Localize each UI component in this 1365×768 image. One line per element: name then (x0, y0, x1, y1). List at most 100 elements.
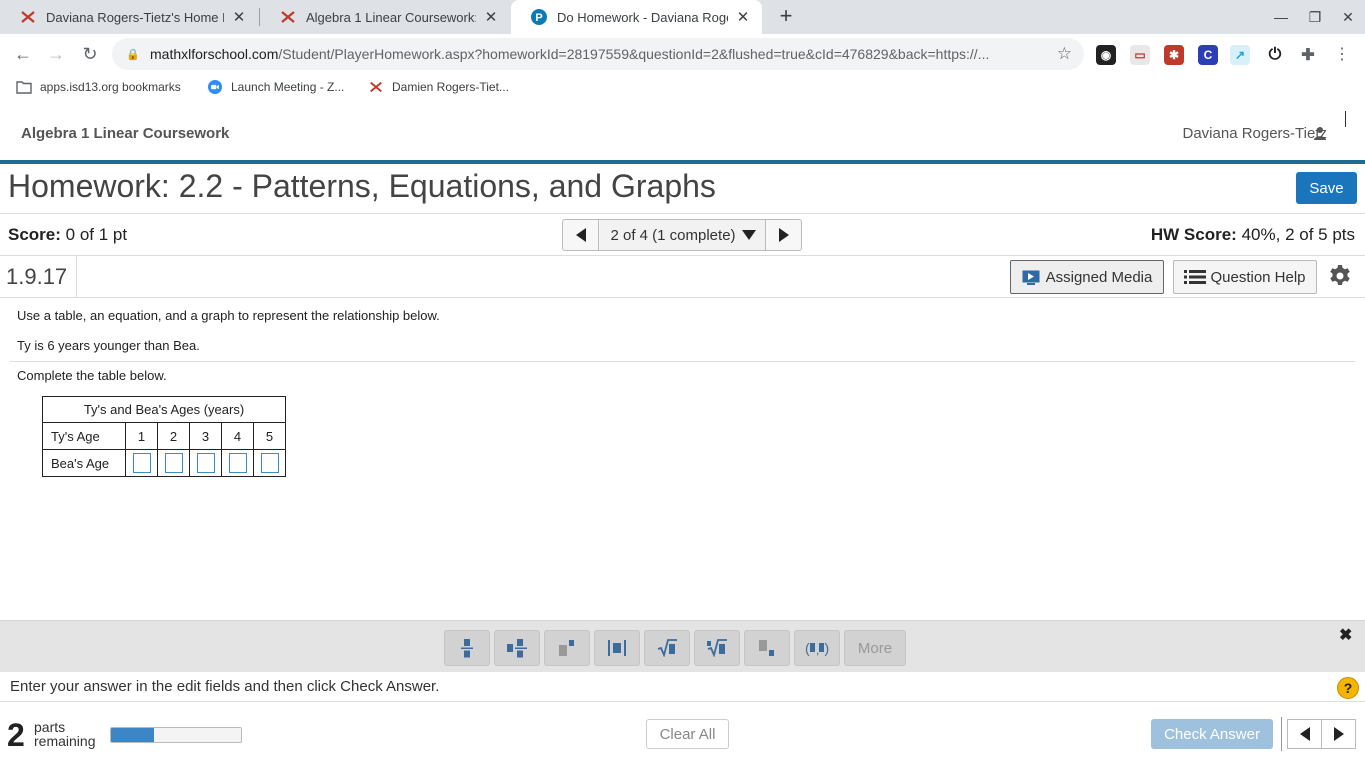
browser-toolbar: ← → ↻ 🔒 mathxlforschool.com/Student/Play… (0, 34, 1365, 74)
question-instruction: Complete the table below. (17, 368, 167, 383)
close-window-icon[interactable]: ✕ (1331, 0, 1365, 34)
svg-text:(: ( (805, 640, 810, 656)
x-brand-icon (21, 11, 35, 23)
user-name[interactable]: Daviana Rogers-Tietz (1183, 125, 1328, 142)
bookmark-label: Launch Meeting - Z... (231, 80, 345, 94)
tab-home-page[interactable]: Daviana Rogers-Tietz's Home Pa ✕ (0, 0, 258, 34)
question-select-dropdown[interactable]: 2 of 4 (1 complete) (600, 220, 766, 250)
extension-red-icon[interactable]: ✱ (1164, 45, 1184, 65)
back-icon[interactable]: ← (10, 41, 36, 67)
user-icon[interactable] (1313, 126, 1327, 140)
extension-power-icon[interactable]: ⏻ (1265, 45, 1285, 65)
bea-age-input[interactable] (164, 453, 183, 473)
extensions-puzzle-icon[interactable]: ✚ (1298, 45, 1318, 65)
divider (0, 297, 1365, 298)
bea-age-input[interactable] (228, 453, 247, 473)
math-palette: (,) More (0, 620, 1365, 672)
minimize-icon[interactable]: — (1264, 0, 1298, 34)
subscript-icon (759, 640, 774, 656)
ty-age-cell: 5 (253, 422, 286, 450)
table-caption: Ty's and Bea's Ages (years) (42, 396, 286, 423)
gear-icon[interactable] (1328, 264, 1352, 288)
table-row: Ty's Age 1 2 3 4 5 (42, 422, 286, 450)
previous-question-button[interactable] (563, 220, 599, 250)
absolute-value-button[interactable] (594, 630, 640, 666)
question-help-label: Question Help (1210, 268, 1306, 286)
question-statement: Ty is 6 years younger than Bea. (17, 338, 200, 353)
homework-score: HW Score: 40%, 2 of 5 pts (1150, 225, 1355, 244)
extension-camera-icon[interactable]: ◉ (1096, 45, 1116, 65)
fraction-button[interactable] (444, 630, 490, 666)
restore-icon[interactable]: ❐ (1298, 0, 1332, 34)
bea-age-input[interactable] (260, 453, 279, 473)
bea-age-input[interactable] (132, 453, 151, 473)
course-title[interactable]: Algebra 1 Linear Coursework (21, 125, 229, 142)
bookmarks-bar: apps.isd13.org bookmarks Launch Meeting … (0, 74, 1365, 104)
assigned-media-button[interactable]: Assigned Media (1010, 260, 1164, 294)
reload-icon[interactable]: ↻ (77, 41, 103, 67)
triangle-left-icon (1299, 727, 1310, 741)
close-palette-icon[interactable]: ✖ (1339, 625, 1352, 645)
bookmark-star-icon[interactable]: ☆ (1057, 44, 1072, 64)
exponent-icon (559, 640, 574, 656)
bookmark-launch-meeting[interactable]: Launch Meeting - Z... (207, 80, 344, 94)
next-part-button[interactable] (1321, 719, 1356, 749)
clear-all-button[interactable]: Clear All (646, 719, 729, 749)
close-tab-icon[interactable]: ✕ (734, 8, 752, 26)
answer-instruction: Enter your answer in the edit fields and… (10, 678, 440, 695)
question-prompt: Use a table, an equation, and a graph to… (17, 308, 440, 323)
close-tab-icon[interactable]: ✕ (230, 8, 248, 26)
ty-age-cell: 1 (125, 422, 158, 450)
question-number: 1.9.17 (6, 264, 68, 289)
nth-root-button[interactable] (694, 630, 740, 666)
exponent-button[interactable] (544, 630, 590, 666)
ordered-pair-icon: (,) (805, 640, 829, 656)
bookmark-apps-folder[interactable]: apps.isd13.org bookmarks (16, 80, 181, 94)
x-brand-icon (281, 11, 295, 23)
close-tab-icon[interactable]: ✕ (482, 8, 500, 26)
folder-icon (16, 81, 32, 94)
url-text[interactable]: mathxlforschool.com/Student/PlayerHomewo… (150, 46, 1040, 62)
address-bar[interactable]: 🔒 mathxlforschool.com/Student/PlayerHome… (112, 38, 1084, 70)
ordered-pair-button[interactable]: (,) (794, 630, 840, 666)
tab-coursework[interactable]: Algebra 1 Linear Coursework: Le ✕ (260, 0, 510, 34)
forward-icon[interactable]: → (43, 41, 69, 67)
absolute-value-icon (608, 640, 626, 656)
instruction-bar: Enter your answer in the edit fields and… (0, 672, 1365, 702)
parts-remaining-count: 2 (7, 717, 25, 753)
extension-cast-icon[interactable]: ▭ (1130, 45, 1150, 65)
menu-icon[interactable]: ⋮ (1334, 44, 1350, 64)
help-icon[interactable]: ? (1337, 677, 1359, 699)
bea-age-input[interactable] (196, 453, 215, 473)
divider (10, 361, 1355, 362)
save-button[interactable]: Save (1296, 172, 1357, 204)
ty-age-cell: 4 (221, 422, 254, 450)
parts-remaining-label: parts remaining (34, 719, 96, 749)
lock-icon: 🔒 (126, 48, 140, 61)
tab-do-homework[interactable]: P Do Homework - Daviana Rogers-T ✕ (511, 0, 762, 34)
x-brand-icon (370, 81, 382, 93)
question-navigator: 2 of 4 (1 complete) (562, 219, 802, 251)
divider (1281, 717, 1282, 751)
next-question-button[interactable] (765, 220, 801, 250)
triangle-left-icon (575, 228, 586, 242)
check-answer-button[interactable]: Check Answer (1151, 719, 1273, 749)
extension-c-icon[interactable]: C (1198, 45, 1218, 65)
progress-fill (111, 728, 154, 742)
question-position: 2 of 4 (1 complete) (610, 226, 736, 244)
extension-link-icon[interactable]: ↗ (1230, 45, 1250, 65)
question-help-button[interactable]: Question Help (1173, 260, 1317, 294)
ty-age-cell: 3 (189, 422, 222, 450)
square-root-button[interactable] (644, 630, 690, 666)
page-title: Homework: 2.2 - Patterns, Equations, and… (8, 168, 716, 204)
previous-part-button[interactable] (1287, 719, 1322, 749)
svg-text:): ) (825, 640, 830, 656)
tab-title: Daviana Rogers-Tietz's Home Pa (46, 9, 224, 25)
subscript-button[interactable] (744, 630, 790, 666)
new-tab-button[interactable]: + (774, 5, 798, 29)
question-score: Score: 0 of 1 pt (8, 225, 128, 244)
mixed-number-button[interactable] (494, 630, 540, 666)
bookmark-damien[interactable]: Damien Rogers-Tiet... (368, 80, 509, 94)
fraction-icon (461, 639, 473, 658)
more-button[interactable]: More (844, 630, 906, 666)
